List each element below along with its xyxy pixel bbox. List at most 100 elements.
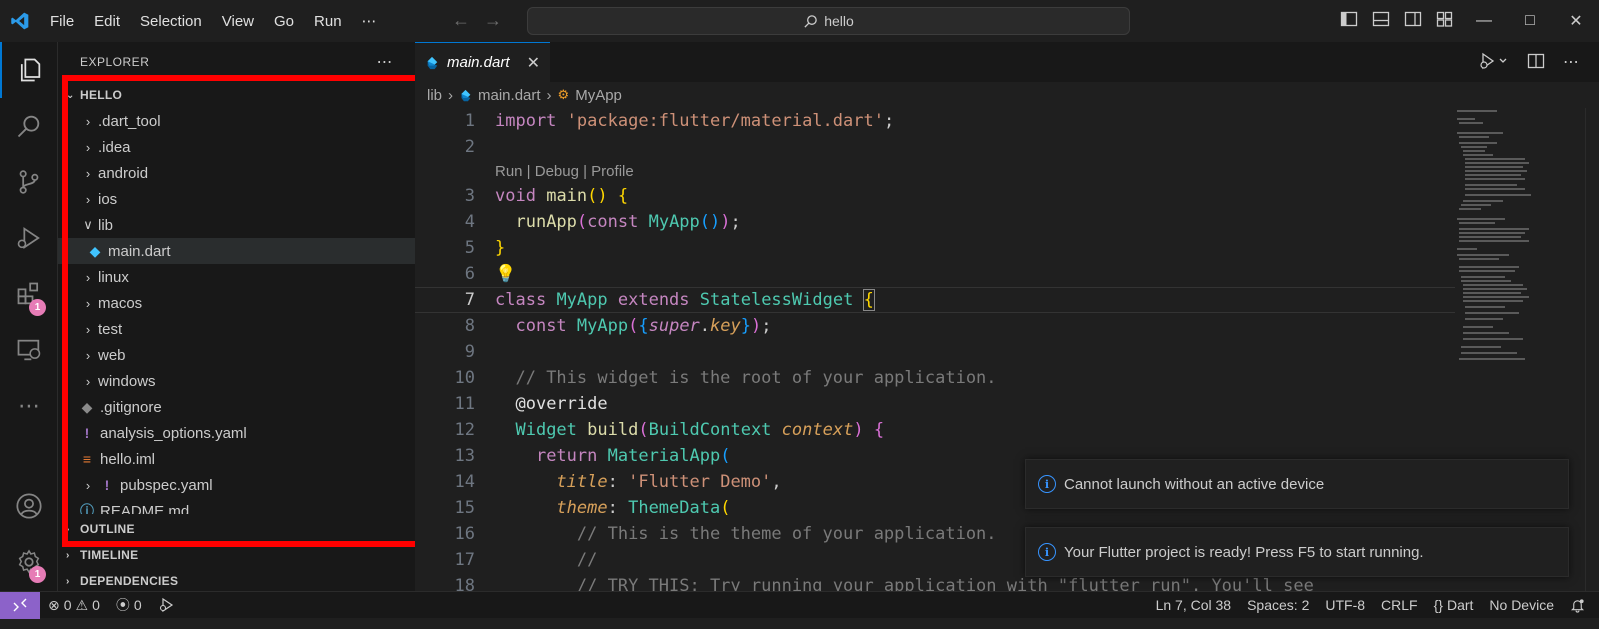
menu-run[interactable]: Run bbox=[304, 13, 352, 30]
manage-gear-icon[interactable]: 1 bbox=[0, 534, 58, 590]
chevron-down-icon: ⌄ bbox=[66, 89, 75, 101]
outline-label: OUTLINE bbox=[80, 522, 135, 536]
menu-view[interactable]: View bbox=[212, 13, 264, 30]
file-tree-label: linux bbox=[98, 268, 129, 286]
file-tree-item[interactable]: › android bbox=[58, 160, 415, 186]
remote-indicator-icon[interactable] bbox=[0, 591, 40, 619]
ports-indicator[interactable]: ⦿ 0 bbox=[108, 592, 150, 619]
file-tree-item[interactable]: › ios bbox=[58, 186, 415, 212]
menu-edit[interactable]: Edit bbox=[84, 13, 130, 30]
breadcrumb-separator-icon: › bbox=[448, 86, 454, 104]
file-tree-item[interactable]: › test bbox=[58, 316, 415, 342]
file-tree-item[interactable]: ◆ .gitignore bbox=[58, 394, 415, 420]
menu-selection[interactable]: Selection bbox=[130, 13, 212, 30]
notification-toast[interactable]: i Cannot launch without an active device bbox=[1025, 459, 1569, 509]
editor-scrollbar[interactable] bbox=[1585, 108, 1599, 602]
file-tree-item[interactable]: ⓘ README.md bbox=[58, 498, 415, 515]
file-tree-item[interactable]: › web bbox=[58, 342, 415, 368]
workspace-folder-header[interactable]: ⌄ HELLO bbox=[58, 82, 415, 108]
menu-file[interactable]: File bbox=[40, 13, 84, 30]
extensions-icon[interactable]: 1 bbox=[0, 266, 58, 322]
file-tree-item[interactable]: › .dart_tool bbox=[58, 108, 415, 134]
toggle-primary-sidebar-icon[interactable] bbox=[1340, 10, 1358, 28]
status-bar-right: Ln 7, Col 38 Spaces: 2 UTF-8 CRLF {} Dar… bbox=[1148, 592, 1599, 619]
source-control-icon[interactable] bbox=[0, 154, 58, 210]
file-tree-item[interactable]: ◆ main.dart bbox=[58, 238, 415, 264]
command-center-search[interactable]: hello bbox=[527, 7, 1130, 35]
run-debug-dropdown-icon[interactable] bbox=[1479, 52, 1509, 70]
indentation[interactable]: Spaces: 2 bbox=[1239, 592, 1317, 619]
close-tab-icon[interactable]: ✕ bbox=[527, 53, 540, 73]
tab-label: main.dart bbox=[447, 54, 510, 71]
errors-count: 0 bbox=[63, 597, 72, 613]
file-tree-item[interactable]: ∨ lib bbox=[58, 212, 415, 238]
timeline-label: TIMELINE bbox=[80, 548, 139, 562]
toggle-secondary-sidebar-icon[interactable] bbox=[1404, 10, 1422, 28]
tab-bar: main.dart ✕ ⋯ bbox=[415, 42, 1599, 82]
minimize-icon[interactable]: — bbox=[1461, 0, 1507, 42]
code-line: 6 💡 bbox=[415, 261, 1455, 287]
editor-more-icon[interactable]: ⋯ bbox=[1563, 52, 1579, 72]
accounts-icon[interactable] bbox=[0, 478, 58, 534]
lightbulb-icon[interactable]: 💡 bbox=[495, 264, 516, 284]
language-mode[interactable]: {} Dart bbox=[1426, 592, 1482, 619]
file-tree-item[interactable]: ›! pubspec.yaml bbox=[58, 472, 415, 498]
file-tree-item[interactable]: › .idea bbox=[58, 134, 415, 160]
problems-indicator[interactable]: ⊗ 0 ⚠ 0 bbox=[40, 592, 108, 619]
minimap[interactable] bbox=[1455, 108, 1555, 368]
code-editor[interactable]: 1 import 'package:flutter/material.dart';… bbox=[415, 108, 1455, 599]
file-tree-label: pubspec.yaml bbox=[120, 476, 213, 494]
language-label: Dart bbox=[1446, 597, 1474, 613]
breadcrumb-folder[interactable]: lib bbox=[427, 87, 442, 104]
codelens-run-debug-profile[interactable]: Run | Debug | Profile bbox=[415, 160, 1455, 183]
chevron-right-icon: › bbox=[85, 347, 91, 363]
file-tree-item[interactable]: › macos bbox=[58, 290, 415, 316]
file-tree-label: .dart_tool bbox=[98, 112, 161, 130]
customize-layout-icon[interactable] bbox=[1436, 10, 1454, 28]
more-views-icon[interactable]: ⋯ bbox=[0, 378, 58, 434]
menu-go[interactable]: Go bbox=[264, 13, 304, 30]
outline-section[interactable]: › OUTLINE bbox=[58, 516, 415, 542]
tab-main-dart[interactable]: main.dart ✕ bbox=[415, 42, 550, 82]
braces-icon: {} bbox=[1433, 597, 1443, 613]
chevron-right-icon: › bbox=[85, 113, 91, 129]
file-tree-item[interactable]: ≡ hello.iml bbox=[58, 446, 415, 472]
line-endings[interactable]: CRLF bbox=[1373, 592, 1426, 619]
remote-explorer-icon[interactable] bbox=[0, 322, 58, 378]
menu-more[interactable]: ⋯ bbox=[352, 12, 387, 30]
breadcrumb-file[interactable]: main.dart bbox=[478, 87, 541, 104]
cursor-position[interactable]: Ln 7, Col 38 bbox=[1148, 592, 1240, 619]
back-arrow-icon[interactable]: ← bbox=[452, 10, 470, 31]
close-window-icon[interactable]: ✕ bbox=[1553, 0, 1599, 42]
notifications-bell-icon[interactable] bbox=[1562, 592, 1599, 619]
encoding[interactable]: UTF-8 bbox=[1317, 592, 1373, 619]
line-number: 12 bbox=[454, 420, 475, 440]
dart-file-icon: ◆ bbox=[89, 242, 101, 259]
dependencies-label: DEPENDENCIES bbox=[80, 574, 179, 588]
maximize-icon[interactable]: □ bbox=[1507, 0, 1553, 42]
chevron-right-icon: › bbox=[85, 165, 91, 181]
nav-arrows: ← → bbox=[452, 10, 502, 31]
explorer-icon[interactable] bbox=[0, 42, 58, 98]
breadcrumb-symbol[interactable]: MyApp bbox=[575, 87, 622, 104]
file-tree-item[interactable]: ! analysis_options.yaml bbox=[58, 420, 415, 446]
debug-launch-status[interactable] bbox=[150, 592, 182, 619]
toggle-panel-icon[interactable] bbox=[1372, 10, 1390, 28]
run-debug-icon[interactable] bbox=[0, 210, 58, 266]
chevron-right-icon: › bbox=[85, 321, 91, 337]
timeline-section[interactable]: › TIMELINE bbox=[58, 542, 415, 568]
search-icon[interactable] bbox=[0, 98, 58, 154]
code-line: 2 bbox=[415, 134, 1455, 160]
forward-arrow-icon[interactable]: → bbox=[484, 10, 502, 31]
explorer-more-icon[interactable]: ⋯ bbox=[377, 52, 394, 72]
split-editor-icon[interactable] bbox=[1527, 52, 1545, 70]
chevron-right-icon: › bbox=[85, 191, 91, 207]
file-tree-item[interactable]: › linux bbox=[58, 264, 415, 290]
file-tree-item[interactable]: › windows bbox=[58, 368, 415, 394]
chevron-right-icon: › bbox=[66, 575, 70, 587]
chevron-right-icon: › bbox=[85, 139, 91, 155]
line-number: 7 bbox=[464, 290, 475, 310]
notification-toast[interactable]: i Your Flutter project is ready! Press F… bbox=[1025, 527, 1569, 577]
device-selector[interactable]: No Device bbox=[1481, 592, 1562, 619]
chevron-right-icon: › bbox=[85, 477, 91, 493]
